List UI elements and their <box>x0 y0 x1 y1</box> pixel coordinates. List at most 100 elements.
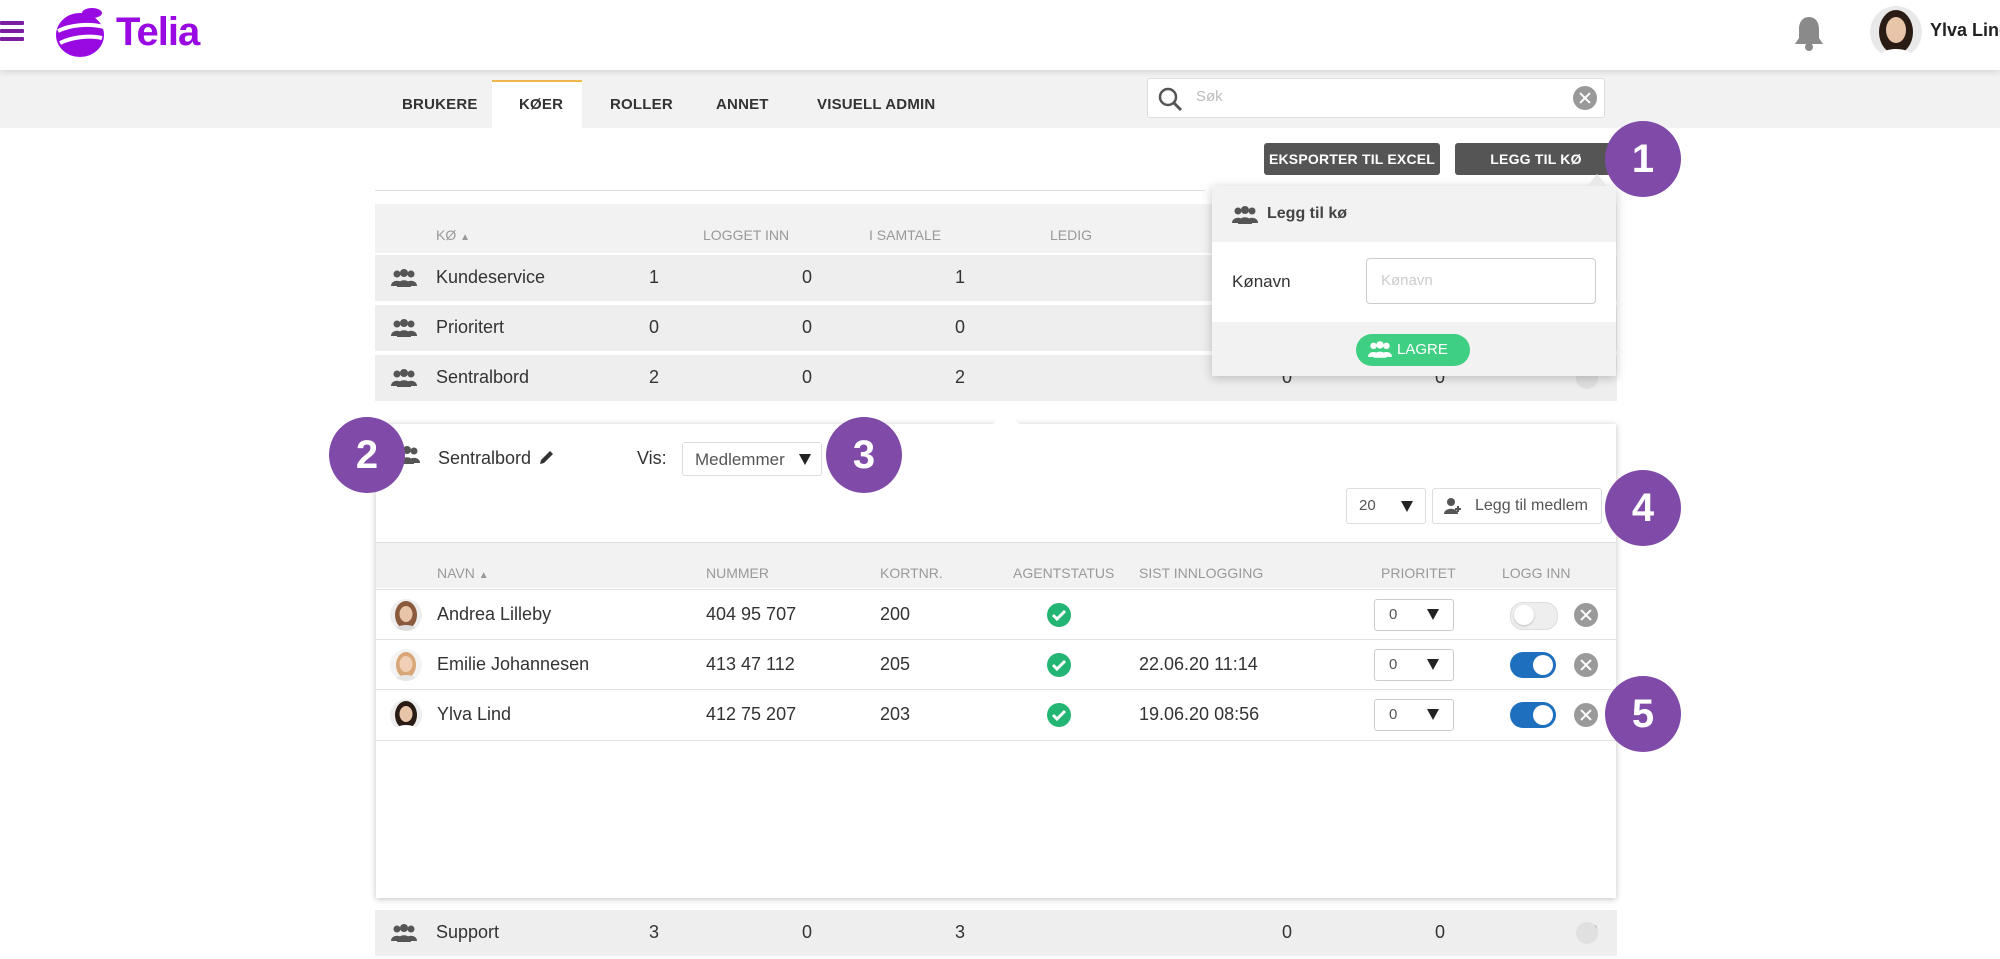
priority-value: 0 <box>1389 656 1398 673</box>
header-last-login[interactable]: SIST INNLOGGING <box>1139 565 1263 581</box>
priority-value: 0 <box>1389 606 1398 623</box>
in-call-count: 0 <box>801 317 812 337</box>
header-in-call[interactable]: I SAMTALE <box>869 227 941 243</box>
detail-queue-name: Sentralbord <box>438 448 532 468</box>
chevron-down-icon <box>1427 709 1439 720</box>
member-last-login: 19.06.20 08:56 <box>1139 704 1260 724</box>
user-avatar[interactable] <box>1870 6 1922 58</box>
queue-name-input[interactable]: Kønavn <box>1366 258 1596 304</box>
tab-brukere[interactable]: BRUKERE <box>402 96 478 113</box>
export-excel-button[interactable]: EKSPORTER TIL EXCEL <box>1264 143 1440 175</box>
free-count: 3 <box>954 922 965 942</box>
header-agent-status[interactable]: AGENTSTATUS <box>1013 565 1114 581</box>
add-user-icon <box>1444 498 1461 514</box>
search-icon <box>1158 87 1183 112</box>
login-toggle[interactable] <box>1510 652 1556 678</box>
header-queue[interactable]: KØ ▲ <box>436 227 470 243</box>
header-logged-in[interactable]: LOGGET INN <box>703 227 789 243</box>
priority-value: 0 <box>1389 706 1398 723</box>
logged-in-count: 0 <box>648 317 659 337</box>
header-number[interactable]: NUMMER <box>706 565 769 581</box>
remove-member-icon[interactable] <box>1574 703 1598 727</box>
logged-in-count: 2 <box>648 367 659 387</box>
in-call-count: 0 <box>801 367 812 387</box>
status-ok-icon <box>1047 603 1071 627</box>
chevron-down-icon <box>1401 501 1413 512</box>
queue-name: Sentralbord <box>436 367 530 387</box>
header-name[interactable]: NAVN ▲ <box>437 565 489 581</box>
logged-in-count: 1 <box>648 267 659 287</box>
member-number: 404 95 707 <box>706 604 797 624</box>
add-queue-button[interactable]: LEGG TIL KØ <box>1455 143 1617 175</box>
header-card[interactable]: KORTNR. <box>880 565 943 581</box>
panel-caret <box>992 411 1020 425</box>
queue-name-placeholder: Kønavn <box>1381 272 1433 289</box>
remove-member-icon[interactable] <box>1574 653 1598 677</box>
member-card: 200 <box>880 604 911 624</box>
stat-col-4: 0 <box>1281 922 1292 942</box>
member-row-emilie-johannesen[interactable]: Emilie Johannesen 413 47 112 205 22.06.2… <box>376 639 1616 690</box>
in-call-count: 0 <box>801 922 812 942</box>
member-row-andrea-lilleby[interactable]: Andrea Lilleby 404 95 707 200 0 <box>376 589 1616 640</box>
popup-title: Legg til kø <box>1267 205 1347 222</box>
add-member-button[interactable]: Legg til medlem <box>1432 488 1602 524</box>
callout-badge-4: 4 <box>1605 470 1681 546</box>
header-priority[interactable]: PRIORITET <box>1381 565 1456 581</box>
member-name: Ylva Lind <box>437 704 512 724</box>
bell-icon[interactable] <box>1792 14 1826 52</box>
member-card: 205 <box>880 654 911 674</box>
user-name[interactable]: Ylva Lind <box>1930 20 2000 41</box>
chevron-down-icon <box>1427 659 1439 670</box>
login-toggle[interactable] <box>1510 702 1556 728</box>
remove-queue-icon[interactable] <box>1576 922 1598 944</box>
chevron-down-icon <box>799 454 811 465</box>
member-card: 203 <box>880 704 911 724</box>
page-size-select[interactable]: 20 <box>1346 488 1426 524</box>
top-bar: Telia Ylva Lind <box>0 0 2000 70</box>
nav-tabs-bar: BRUKERE KØER ROLLER ANNET VISUELL ADMIN … <box>0 70 2000 130</box>
member-avatar <box>390 699 422 731</box>
popup-header: Legg til kø <box>1212 186 1616 242</box>
member-avatar <box>390 599 422 631</box>
in-call-count: 0 <box>801 267 812 287</box>
callout-badge-2: 2 <box>329 417 405 493</box>
remove-member-icon[interactable] <box>1574 603 1598 627</box>
save-queue-button[interactable]: LAGRE <box>1356 334 1470 366</box>
free-count: 2 <box>954 367 965 387</box>
status-ok-icon <box>1047 653 1071 677</box>
priority-select[interactable]: 0 <box>1374 699 1454 731</box>
clear-search-icon[interactable] <box>1573 86 1597 110</box>
callout-badge-1: 1 <box>1605 121 1681 197</box>
queue-name-label: Kønavn <box>1232 272 1291 291</box>
menu-icon[interactable] <box>0 21 24 41</box>
show-select[interactable]: Medlemmer <box>682 442 822 476</box>
header-log-in[interactable]: LOGG INN <box>1502 565 1570 581</box>
login-toggle[interactable] <box>1510 602 1558 630</box>
search-input[interactable]: Søk <box>1196 88 1223 105</box>
tab-roller[interactable]: ROLLER <box>610 96 673 113</box>
priority-select[interactable]: 0 <box>1374 599 1454 631</box>
member-last-login: 22.06.20 11:14 <box>1139 654 1258 674</box>
header-free[interactable]: LEDIG <box>1050 227 1092 243</box>
member-row-ylva-lind[interactable]: Ylva Lind 412 75 207 203 19.06.20 08:56 … <box>376 689 1616 741</box>
tab-visuell-admin[interactable]: VISUELL ADMIN <box>817 96 935 113</box>
stat-col-5: 0 <box>1434 922 1445 942</box>
member-name: Emilie Johannesen <box>437 654 590 674</box>
divider <box>375 190 1205 191</box>
queue-name: Kundeservice <box>436 267 546 287</box>
priority-select[interactable]: 0 <box>1374 649 1454 681</box>
save-label: LAGRE <box>1397 341 1448 358</box>
group-icon <box>1232 206 1258 224</box>
queue-row-support[interactable]: Support 3 0 3 0 0 0 <box>375 910 1617 956</box>
group-icon <box>391 269 417 287</box>
group-icon <box>391 924 417 942</box>
show-select-value: Medlemmer <box>695 450 785 469</box>
group-icon <box>391 319 417 337</box>
edit-pencil-icon[interactable] <box>538 448 556 466</box>
tab-annet[interactable]: ANNET <box>716 96 769 113</box>
popup-footer: LAGRE <box>1212 322 1616 376</box>
tab-koer[interactable]: KØER <box>519 96 563 113</box>
popup-caret <box>1587 174 1607 186</box>
member-avatar <box>390 649 422 681</box>
search-box[interactable]: Søk <box>1147 78 1605 118</box>
